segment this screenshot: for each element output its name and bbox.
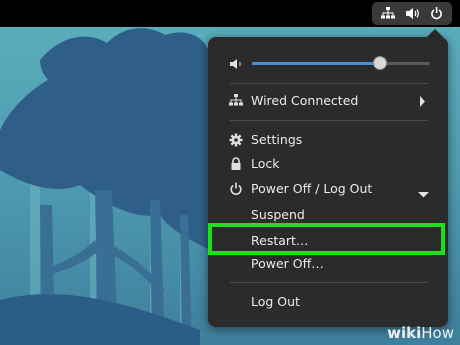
power-icon: [229, 182, 243, 196]
restart-item-label: Restart…: [251, 233, 309, 248]
system-status-menu-button[interactable]: [372, 2, 452, 25]
speaker-icon: [229, 56, 243, 75]
power-off-item[interactable]: Power Off…: [208, 253, 448, 275]
top-bar: [0, 0, 460, 27]
settings-item[interactable]: Settings: [208, 129, 448, 151]
power-icon: [430, 7, 443, 20]
power-off-item-label: Power Off…: [251, 256, 324, 271]
chevron-down-icon: [418, 186, 429, 201]
suspend-item-label: Suspend: [251, 207, 305, 222]
volume-slider-fill: [252, 62, 381, 65]
watermark-brand: wiki: [387, 324, 422, 342]
network-item[interactable]: Wired Connected: [208, 90, 448, 112]
separator: [230, 83, 428, 84]
wikihow-watermark: wikiHow: [387, 324, 454, 342]
network-item-label: Wired Connected: [251, 93, 359, 108]
system-menu: Wired Connected Settings Lock Power Off …: [208, 37, 448, 327]
lock-icon: [229, 157, 243, 171]
lock-item-label: Lock: [251, 156, 280, 171]
separator: [230, 120, 428, 121]
volume-slider-handle[interactable]: [373, 56, 388, 70]
power-off-log-out-item[interactable]: Power Off / Log Out: [208, 178, 448, 200]
settings-item-label: Settings: [251, 132, 303, 147]
separator: [230, 282, 428, 283]
suspend-item[interactable]: Suspend: [208, 204, 448, 226]
volume-icon: [405, 7, 420, 20]
power-off-log-out-label: Power Off / Log Out: [251, 181, 373, 196]
network-wired-icon: [381, 7, 395, 20]
lock-item[interactable]: Lock: [208, 153, 448, 175]
chevron-right-icon: [419, 95, 426, 110]
gear-icon: [229, 133, 243, 147]
watermark-suffix: How: [421, 324, 454, 342]
volume-slider[interactable]: [252, 56, 430, 70]
log-out-item[interactable]: Log Out: [208, 291, 448, 313]
restart-item[interactable]: Restart…: [208, 230, 448, 252]
network-wired-icon: [229, 94, 243, 108]
log-out-item-label: Log Out: [251, 294, 300, 309]
